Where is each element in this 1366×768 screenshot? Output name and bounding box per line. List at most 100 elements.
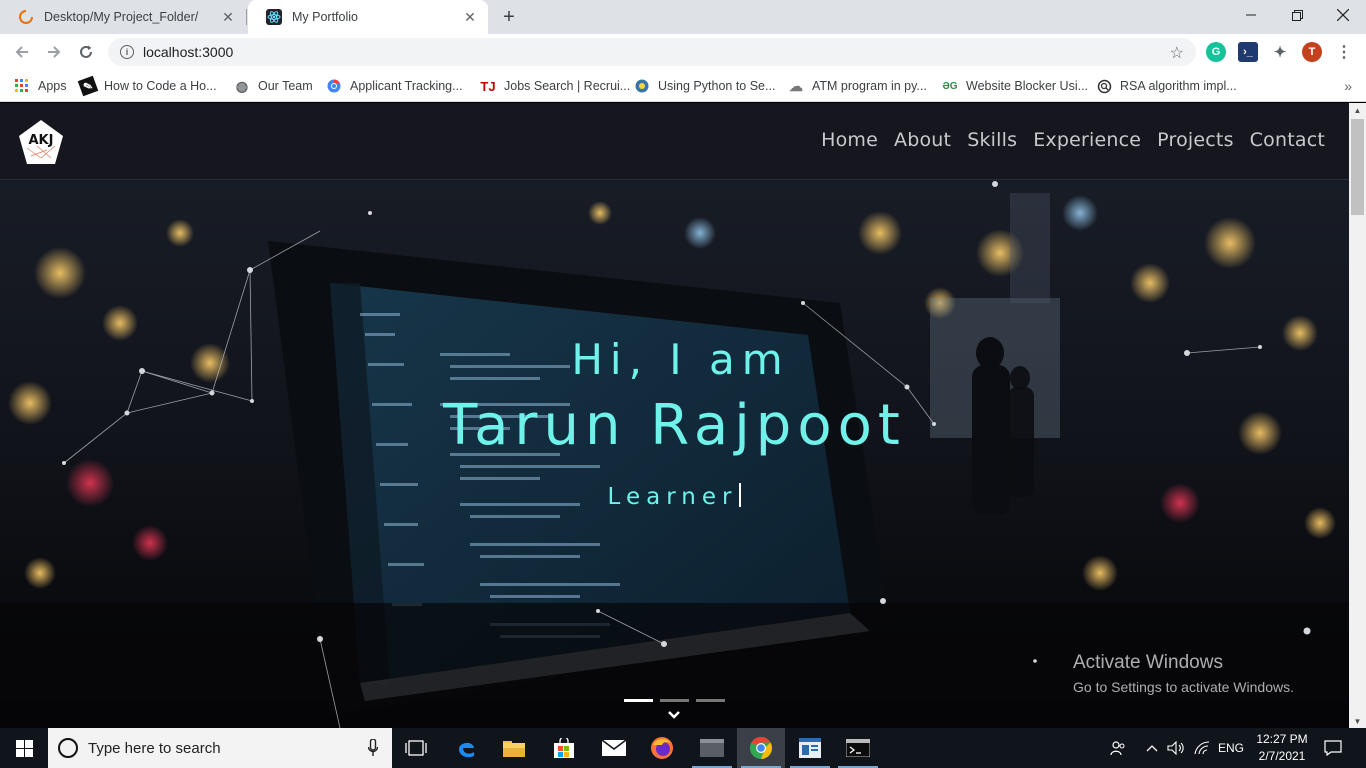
bookmark-label: Using Python to Se... (658, 79, 776, 93)
nav-about[interactable]: About (894, 129, 951, 151)
nav-contact[interactable]: Contact (1250, 129, 1325, 151)
bookmark-jobs-search[interactable]: TJ Jobs Search | Recrui... (480, 76, 630, 96)
tab-title: My Portfolio (292, 10, 358, 24)
reload-icon[interactable] (74, 40, 98, 64)
nav-home[interactable]: Home (821, 129, 878, 151)
clock-date: 2/7/2021 (1258, 749, 1306, 763)
nav-skills[interactable]: Skills (967, 129, 1017, 151)
firefox-icon[interactable] (638, 728, 686, 768)
site-navbar: AKJ Home About Skills Experience Project… (0, 103, 1349, 180)
tab-my-portfolio[interactable]: My Portfolio ✕ (248, 0, 488, 34)
input-language[interactable]: ENG (1214, 728, 1248, 768)
address-url: localhost:3000 (143, 44, 234, 60)
chrome-taskbar-icon[interactable] (737, 728, 785, 768)
app-window-icon[interactable] (688, 728, 736, 768)
bookmark-our-team[interactable]: ◍ Our Team (234, 76, 313, 96)
browser-tab-strip: Desktop/My Project_Folder/ ✕ My Portfoli… (0, 0, 1366, 34)
more-bookmarks-button[interactable]: » (1344, 78, 1352, 94)
hero-name: Tarun Rajpoot (443, 393, 906, 458)
watermark-subtitle: Go to Settings to activate Windows. (1073, 679, 1294, 695)
profile-avatar[interactable]: T (1302, 42, 1322, 62)
cloud-icon: ☁ (789, 77, 803, 94)
bookmark-apps[interactable]: Apps (14, 76, 67, 96)
task-view-icon[interactable] (392, 728, 440, 768)
tab-desktop-folder[interactable]: Desktop/My Project_Folder/ ✕ (0, 0, 246, 34)
tab-separator (246, 9, 247, 25)
microsoft-store-icon[interactable] (540, 728, 588, 768)
scroll-up-arrow-icon[interactable]: ▲ (1349, 103, 1366, 117)
carousel-indicator-2[interactable] (660, 699, 689, 702)
extension-terminal-icon[interactable]: ›_ (1238, 42, 1258, 62)
close-tab-icon[interactable]: ✕ (460, 7, 480, 27)
volume-icon[interactable] (1166, 728, 1186, 768)
wifi-icon[interactable] (1192, 728, 1212, 768)
globe-icon: ◍ (235, 77, 249, 94)
edge-browser-icon[interactable] (442, 728, 490, 768)
cortana-circle-icon (58, 738, 78, 758)
taskbar-search-box[interactable]: Type here to search (48, 728, 392, 768)
windows-start-icon[interactable] (0, 728, 48, 768)
microphone-icon[interactable] (368, 739, 378, 757)
restore-icon[interactable] (1274, 0, 1320, 30)
search-globe-icon (1096, 78, 1112, 94)
close-tab-icon[interactable]: ✕ (218, 7, 238, 27)
logo-text: AKJ (28, 133, 54, 148)
site-nav-links: Home About Skills Experience Projects Co… (821, 129, 1325, 151)
carousel-indicator-3[interactable] (696, 699, 725, 702)
code-icon: ✎ (77, 75, 99, 97)
react-atom-icon (266, 9, 282, 25)
nav-experience[interactable]: Experience (1033, 129, 1141, 151)
typing-caret (739, 483, 742, 507)
bookmark-rsa-algorithm[interactable]: RSA algorithm impl... (1096, 76, 1237, 96)
bookmark-star-icon[interactable]: ☆ (1170, 43, 1184, 63)
bookmark-label: Applicant Tracking... (350, 79, 463, 93)
bookmarks-bar: Apps ✎ How to Code a Ho... ◍ Our Team Ap… (0, 70, 1366, 102)
loading-spinner-icon (18, 9, 34, 25)
apps-grid-icon (14, 78, 30, 94)
notifications-icon[interactable] (1318, 728, 1348, 768)
grammarly-icon[interactable]: G (1206, 42, 1226, 62)
bookmark-how-to-code[interactable]: ✎ How to Code a Ho... (77, 75, 217, 97)
taskbar-clock[interactable]: 12:27 PM 2/7/2021 (1250, 731, 1314, 765)
bookmark-applicant-tracking[interactable]: Applicant Tracking... (326, 76, 463, 96)
bookmark-website-blocker[interactable]: ƏG Website Blocker Usi... (942, 76, 1088, 96)
browser-menu-icon[interactable]: ⋮ (1334, 42, 1354, 62)
gfg-icon: ƏG (942, 80, 958, 92)
forward-arrow-icon[interactable] (42, 40, 66, 64)
site-info-icon[interactable]: i (120, 45, 134, 59)
extensions-puzzle-icon[interactable]: ✦ (1270, 42, 1290, 62)
minimize-icon[interactable] (1228, 0, 1274, 30)
hero-typed-role: Learner (0, 483, 1349, 510)
tab-title: Desktop/My Project_Folder/ (44, 10, 199, 24)
nav-projects[interactable]: Projects (1157, 129, 1234, 151)
document-app-icon[interactable] (786, 728, 834, 768)
tray-overflow-chevron-icon[interactable] (1142, 728, 1162, 768)
bookmark-python[interactable]: Using Python to Se... (634, 76, 775, 96)
carousel-indicator-1[interactable] (624, 699, 653, 702)
bookmark-label: Website Blocker Usi... (966, 79, 1089, 93)
scrollbar-thumb[interactable] (1351, 119, 1364, 215)
activate-windows-watermark: Activate Windows Go to Settings to activ… (1073, 652, 1294, 695)
new-tab-button[interactable]: + (498, 6, 520, 28)
bookmark-label: Apps (38, 79, 67, 93)
page-scrollbar[interactable]: ▲ ▼ (1349, 103, 1366, 728)
back-arrow-icon[interactable] (10, 40, 34, 64)
windows-taskbar: Type here to search ENG 12:27 PM 2/7/202… (0, 728, 1366, 768)
file-explorer-icon[interactable] (490, 728, 538, 768)
bookmark-label: How to Code a Ho... (104, 79, 217, 93)
mail-icon[interactable] (590, 728, 638, 768)
chrome-icon (326, 78, 342, 94)
hero-greeting: Hi, I am (571, 335, 790, 384)
scroll-down-arrow-icon[interactable]: ▼ (1349, 714, 1366, 728)
python-icon (634, 78, 650, 94)
people-icon[interactable] (1106, 728, 1130, 768)
taskbar-search-placeholder: Type here to search (88, 739, 221, 757)
command-prompt-icon[interactable] (834, 728, 882, 768)
close-window-icon[interactable] (1320, 0, 1366, 30)
scroll-down-chevron-icon[interactable] (666, 707, 682, 721)
address-bar[interactable]: i localhost:3000 ☆ (108, 38, 1196, 66)
bookmark-atm-program[interactable]: ☁ ATM program in py... (788, 76, 927, 96)
site-logo[interactable]: AKJ (17, 118, 65, 166)
bookmark-label: ATM program in py... (812, 79, 927, 93)
page-viewport: AKJ Home About Skills Experience Project… (0, 103, 1349, 728)
